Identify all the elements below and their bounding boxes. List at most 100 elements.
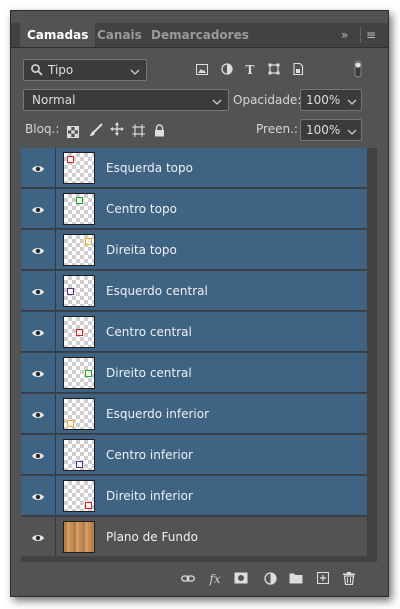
eye-visibility-icon[interactable] bbox=[31, 530, 45, 544]
layer-name: Esquerdo central bbox=[106, 284, 208, 298]
thumbnail-marker bbox=[67, 156, 74, 163]
layer-name: Direito central bbox=[106, 366, 192, 380]
opacity-input[interactable]: 100% bbox=[300, 89, 362, 111]
filter-kind-dropdown[interactable]: Tipo bbox=[23, 59, 147, 81]
lock-artboard-icon[interactable] bbox=[132, 122, 145, 141]
layer-name: Direito inferior bbox=[106, 489, 193, 503]
new-layer-icon[interactable] bbox=[316, 571, 330, 586]
lock-position-icon[interactable] bbox=[110, 121, 124, 140]
eye-visibility-icon[interactable] bbox=[31, 448, 45, 462]
delete-layer-icon[interactable] bbox=[342, 572, 356, 586]
shape-layer-filter-icon[interactable] bbox=[266, 63, 282, 79]
thumbnail-marker bbox=[67, 288, 74, 295]
lock-transparent-pixels-icon[interactable] bbox=[67, 123, 79, 142]
eye-visibility-icon[interactable] bbox=[31, 489, 45, 503]
thumbnail-marker bbox=[85, 370, 92, 377]
smart-object-filter-icon[interactable] bbox=[290, 62, 306, 79]
layer-thumbnail bbox=[63, 521, 95, 553]
filter-kind-label: Tipo bbox=[48, 63, 74, 77]
layer-name: Esquerdo inferior bbox=[106, 407, 210, 421]
new-adjustment-layer-icon[interactable] bbox=[263, 572, 277, 586]
thumbnail-marker bbox=[76, 197, 83, 204]
adjustment-layer-filter-icon[interactable] bbox=[219, 63, 235, 79]
layer-divider bbox=[55, 271, 56, 311]
layer-name: Centro inferior bbox=[106, 448, 193, 462]
eye-visibility-icon[interactable] bbox=[31, 366, 45, 380]
thumbnail-marker bbox=[67, 420, 74, 427]
collapse-icon[interactable]: » bbox=[341, 23, 348, 47]
lock-label: Bloq.: bbox=[25, 122, 60, 136]
filter-toggle-icon[interactable] bbox=[353, 59, 363, 83]
layer-divider bbox=[55, 476, 56, 516]
layer-name: Plano de Fundo bbox=[106, 530, 198, 544]
search-icon bbox=[30, 63, 44, 77]
layer-divider bbox=[55, 148, 56, 188]
layer-divider bbox=[55, 189, 56, 229]
opacity-value: 100% bbox=[306, 93, 341, 107]
link-layers-icon[interactable] bbox=[181, 572, 195, 586]
eye-visibility-icon[interactable] bbox=[31, 161, 45, 175]
eye-visibility-icon[interactable] bbox=[31, 325, 45, 339]
eye-visibility-icon[interactable] bbox=[31, 202, 45, 216]
eye-visibility-icon[interactable] bbox=[31, 243, 45, 257]
pixel-layer-filter-icon[interactable] bbox=[194, 63, 210, 79]
layer-thumbnail bbox=[63, 398, 95, 430]
layer-thumbnail bbox=[63, 480, 95, 512]
fill-value: 100% bbox=[306, 123, 341, 137]
layer-thumbnail bbox=[63, 357, 95, 389]
layers-panel: Camadas Canais Demarcadores » ≡ Tipo T N… bbox=[10, 10, 389, 597]
layer-thumbnail bbox=[63, 316, 95, 348]
layer-thumbnail bbox=[63, 152, 95, 184]
layer-divider bbox=[55, 517, 56, 557]
layer-thumbnail bbox=[63, 275, 95, 307]
layer-row[interactable]: Esquerdo central bbox=[21, 271, 367, 311]
layer-name: Esquerda topo bbox=[106, 161, 193, 175]
thumbnail-marker bbox=[85, 238, 92, 245]
layer-name: Centro topo bbox=[106, 202, 177, 216]
type-layer-filter-icon[interactable]: T bbox=[242, 62, 258, 78]
layer-row[interactable]: Esquerda topo bbox=[21, 148, 367, 188]
lock-image-pixels-icon[interactable] bbox=[89, 122, 103, 141]
layers-scrollbar[interactable] bbox=[367, 148, 377, 562]
add-mask-icon[interactable] bbox=[234, 572, 248, 586]
thumbnail-marker bbox=[76, 461, 83, 468]
layer-row[interactable]: Centro topo bbox=[21, 189, 367, 229]
blend-mode-dropdown[interactable]: Normal bbox=[23, 89, 229, 111]
layer-divider bbox=[55, 312, 56, 352]
layer-thumbnail bbox=[63, 234, 95, 266]
tab-camadas[interactable]: Camadas bbox=[20, 23, 96, 47]
opacity-label: Opacidade: bbox=[233, 93, 302, 107]
layer-divider bbox=[55, 394, 56, 434]
fill-label: Preen.: bbox=[256, 122, 298, 136]
layer-row[interactable]: Esquerdo inferior bbox=[21, 394, 367, 434]
lock-all-icon[interactable] bbox=[154, 122, 165, 141]
layer-row[interactable]: Direito central bbox=[21, 353, 367, 393]
layer-row[interactable]: Direito inferior bbox=[21, 476, 367, 516]
tab-demarcadores[interactable]: Demarcadores bbox=[144, 23, 256, 47]
layer-divider bbox=[55, 353, 56, 393]
blend-mode-value: Normal bbox=[32, 93, 76, 107]
layer-thumbnail bbox=[63, 439, 95, 471]
chevron-down-icon bbox=[130, 65, 140, 79]
layer-row[interactable]: Direita topo bbox=[21, 230, 367, 270]
layer-divider bbox=[55, 435, 56, 475]
layer-effects-icon[interactable]: fx bbox=[208, 572, 222, 586]
new-group-folder-icon[interactable] bbox=[289, 572, 303, 586]
thumbnail-marker bbox=[76, 329, 83, 336]
panel-tabs: Camadas Canais Demarcadores » ≡ bbox=[11, 23, 388, 48]
layer-row[interactable]: Plano de Fundo bbox=[21, 517, 367, 557]
panel-menu-icon[interactable]: ≡ bbox=[366, 23, 376, 47]
fill-input[interactable]: 100% bbox=[300, 119, 362, 141]
eye-visibility-icon[interactable] bbox=[31, 407, 45, 421]
thumbnail-marker bbox=[85, 502, 92, 509]
chevron-down-icon[interactable] bbox=[347, 95, 357, 109]
tab-canais[interactable]: Canais bbox=[90, 23, 149, 47]
chevron-down-icon bbox=[212, 95, 222, 109]
eye-visibility-icon[interactable] bbox=[31, 284, 45, 298]
layer-row[interactable]: Centro inferior bbox=[21, 435, 367, 475]
layers-list: Esquerda topo Centro topo Direita topo Esqu… bbox=[21, 148, 367, 562]
layer-name: Direita topo bbox=[106, 243, 177, 257]
layer-name: Centro central bbox=[106, 325, 192, 339]
layer-row[interactable]: Centro central bbox=[21, 312, 367, 352]
chevron-down-icon[interactable] bbox=[347, 125, 357, 139]
